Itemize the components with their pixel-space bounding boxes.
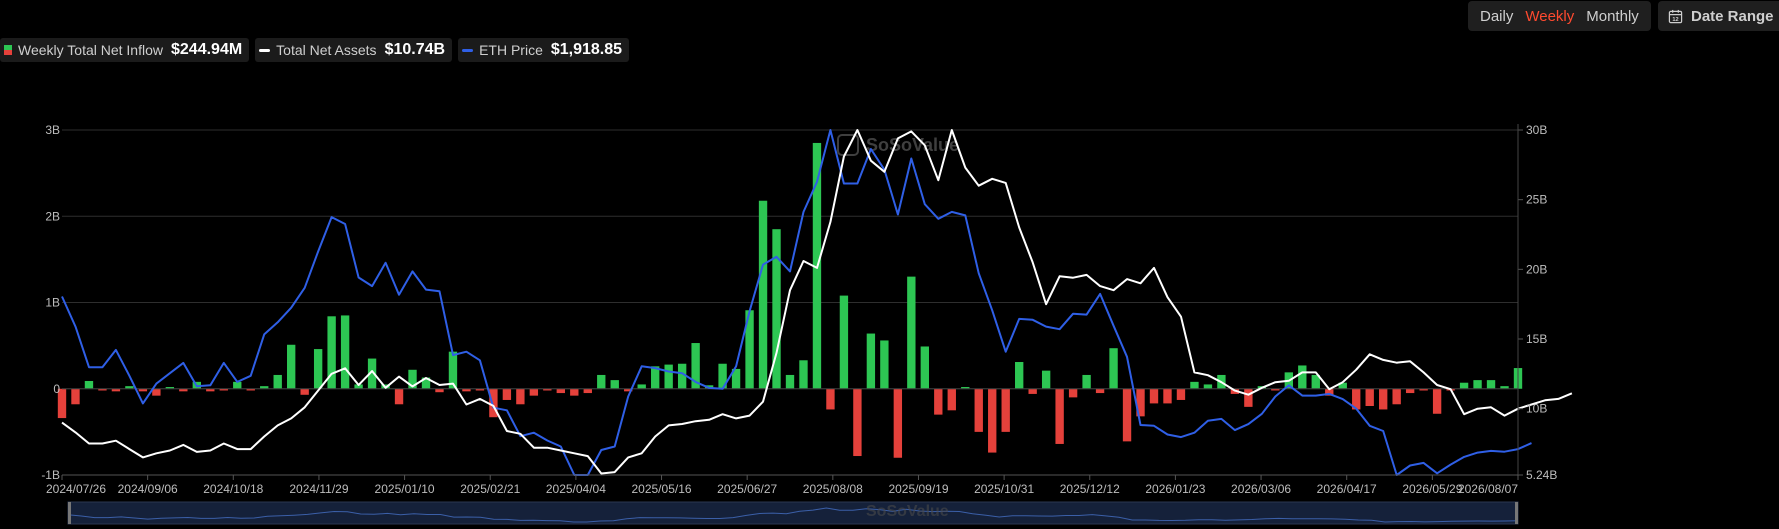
x-axis-tick-label: 2024/10/18 bbox=[203, 482, 263, 496]
inflow-bar bbox=[866, 333, 876, 389]
inflow-bar bbox=[1379, 388, 1388, 410]
right-axis-tick-label: 15B bbox=[1526, 332, 1547, 346]
x-axis-tick-label: 2024/09/06 bbox=[118, 482, 178, 496]
x-axis-tick-label: 2026/04/17 bbox=[1317, 482, 1377, 496]
x-axis-tick-label: 2026/03/06 bbox=[1231, 482, 1291, 496]
x-axis-tick-label: 2025/08/08 bbox=[803, 482, 863, 496]
inflow-bar bbox=[313, 349, 323, 389]
inflow-bar bbox=[435, 388, 444, 393]
inflow-bar bbox=[1298, 365, 1307, 389]
inflow-bar bbox=[637, 384, 646, 389]
left-axis-tick-label: 3B bbox=[45, 123, 60, 137]
right-axis-tick-label: 25B bbox=[1526, 193, 1547, 207]
inflow-bar bbox=[394, 388, 404, 405]
right-axis-tick-label: 5.24B bbox=[1526, 468, 1557, 482]
axes: 3B 2B 1B 0 -1B 30B 25B 20B 15B 10B 5.24B 2024/07/26… bbox=[41, 123, 1557, 496]
inflow-bar bbox=[1365, 388, 1374, 406]
inflow-bar bbox=[758, 200, 768, 389]
inflow-bar bbox=[907, 276, 916, 389]
inflow-bar bbox=[610, 380, 619, 389]
inflow-bar bbox=[853, 388, 862, 457]
inflow-bar bbox=[974, 388, 983, 432]
right-axis-tick-label: 30B bbox=[1526, 123, 1547, 137]
inflow-bar bbox=[1459, 382, 1469, 389]
inflow-bar bbox=[1244, 388, 1253, 407]
inflow-bar bbox=[1473, 380, 1482, 389]
range-navigator[interactable]: SoSoValue bbox=[67, 501, 1519, 525]
inflow-bar bbox=[1068, 388, 1078, 398]
inflow-bar bbox=[1041, 370, 1051, 389]
navigator-left-handle bbox=[68, 502, 71, 524]
inflow-bar bbox=[1432, 388, 1442, 414]
x-axis-tick-label: 2025/10/31 bbox=[974, 482, 1034, 496]
inflow-bar bbox=[893, 388, 903, 458]
inflow-bar bbox=[597, 374, 606, 389]
x-axis-tick-label: 2025/06/27 bbox=[717, 482, 777, 496]
inflow-bar bbox=[664, 364, 673, 389]
watermark-logo-icon bbox=[837, 134, 859, 156]
inflow-bar bbox=[84, 380, 94, 389]
inflow-bar bbox=[556, 388, 565, 394]
x-axis-tick-label: 2025/05/16 bbox=[631, 482, 691, 496]
x-axis-tick-label: 2025/01/10 bbox=[375, 482, 435, 496]
inflow-bar bbox=[880, 340, 889, 389]
navigator-right-handle bbox=[1515, 502, 1518, 524]
inflow-bar bbox=[1203, 384, 1213, 389]
inflow-bar bbox=[152, 388, 161, 396]
x-axis-tick-label: 2025/09/19 bbox=[888, 482, 948, 496]
x-axis-tick-label: 2024/11/29 bbox=[289, 482, 348, 496]
inflow-bar bbox=[1082, 374, 1091, 389]
left-axis-tick-label: -1B bbox=[41, 468, 60, 482]
inflow-bar bbox=[273, 374, 282, 389]
inflow-bar bbox=[1190, 381, 1199, 389]
inflow-bar bbox=[287, 344, 296, 389]
inflow-bar bbox=[1015, 362, 1024, 389]
inflow-bar bbox=[920, 346, 929, 389]
right-axis-tick-label: 20B bbox=[1526, 262, 1547, 276]
inflow-bar bbox=[300, 388, 309, 395]
inflow-bar bbox=[839, 295, 849, 389]
left-axis-tick-label: 2B bbox=[45, 209, 60, 223]
inflow-bar bbox=[1028, 388, 1037, 394]
x-axis-tick-label: 2026/05/29 bbox=[1402, 482, 1462, 496]
inflow-bar bbox=[1001, 388, 1010, 432]
inflow-bar bbox=[1176, 388, 1186, 400]
inflow-bars bbox=[57, 142, 1523, 458]
inflow-bar bbox=[785, 374, 795, 389]
inflow-bar bbox=[1163, 388, 1172, 404]
inflow-bar bbox=[529, 388, 539, 396]
inflow-bar bbox=[1486, 380, 1496, 389]
right-axis-tick-label: 10B bbox=[1526, 402, 1547, 416]
inflow-bar bbox=[947, 388, 956, 411]
inflow-bar bbox=[934, 388, 943, 415]
inflow-bar bbox=[1109, 348, 1118, 389]
x-axis-tick-label: 2025/12/12 bbox=[1060, 482, 1120, 496]
inflow-bar bbox=[1392, 388, 1401, 405]
inflow-bar bbox=[1405, 388, 1415, 394]
x-axis-tick-label: 2026/08/07 bbox=[1458, 482, 1518, 496]
etf-flow-chart: SoSoValue 3B 2B 1B 0 -1B 30B 25B 20B 15B 10B 5.24B… bbox=[41, 123, 1573, 525]
inflow-bar bbox=[799, 360, 808, 389]
inflow-bar bbox=[71, 388, 80, 405]
inflow-bar bbox=[1095, 388, 1105, 394]
left-axis-tick-label: 0 bbox=[53, 382, 60, 396]
left-axis-tick-label: 1B bbox=[45, 296, 60, 310]
inflow-bar bbox=[516, 388, 525, 405]
x-axis-tick-label: 2026/01/23 bbox=[1145, 482, 1205, 496]
x-axis-tick-label: 2024/07/26 bbox=[46, 482, 106, 496]
inflow-bar bbox=[988, 388, 997, 453]
inflow-bar bbox=[340, 315, 350, 389]
inflow-bar bbox=[570, 388, 579, 396]
navigator-watermark-text: SoSoValue bbox=[866, 503, 949, 520]
inflow-bar bbox=[826, 388, 835, 410]
x-axis-tick-label: 2025/02/21 bbox=[460, 482, 520, 496]
inflow-bar bbox=[1055, 388, 1064, 444]
inflow-bar bbox=[583, 388, 592, 394]
inflow-bar bbox=[1149, 388, 1159, 404]
inflow-bar bbox=[502, 388, 512, 400]
x-axis-tick-label: 2025/04/04 bbox=[546, 482, 606, 496]
inflow-bar bbox=[1122, 388, 1132, 442]
